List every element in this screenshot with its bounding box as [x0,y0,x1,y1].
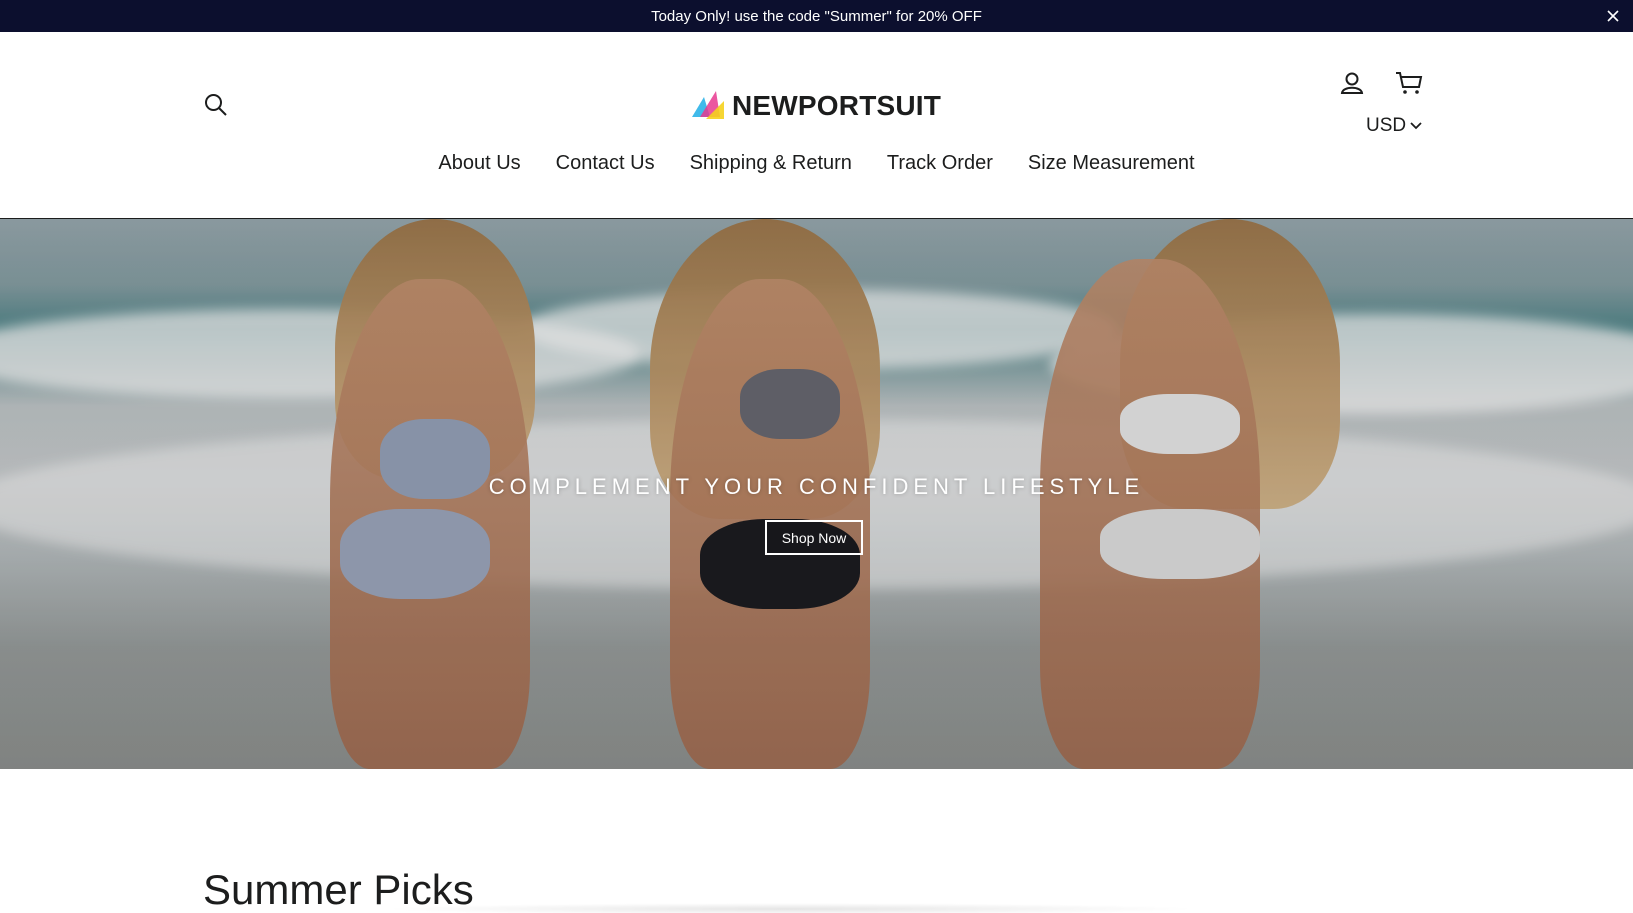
nav-item-size-measurement[interactable]: Size Measurement [1028,152,1195,175]
logo-mark-icon [690,87,726,126]
card-shadow [380,903,1200,913]
nav-item-track-order[interactable]: Track Order [887,152,993,175]
site-logo[interactable]: NEWPORTSUIT [690,88,941,124]
logo-text: NEWPORTSUIT [732,90,942,121]
main-nav: About Us Contact Us Shipping & Return Tr… [0,152,1633,175]
cart-icon[interactable] [1394,69,1424,99]
announcement-text: Today Only! use the code "Summer" for 20… [651,7,982,25]
announcement-bar: Today Only! use the code "Summer" for 20… [0,0,1633,32]
currency-selector[interactable]: USD [1366,115,1422,137]
hero-title: COMPLEMENT YOUR CONFIDENT LIFESTYLE [488,474,1145,499]
user-icon[interactable] [1339,70,1367,98]
hero-banner: COMPLEMENT YOUR CONFIDENT LIFESTYLE Shop… [0,219,1633,769]
currency-label: USD [1366,115,1407,136]
close-icon[interactable] [1603,6,1623,26]
search-icon[interactable] [203,92,231,120]
nav-item-shipping-return[interactable]: Shipping & Return [690,152,852,175]
site-header: NEWPORTSUIT USD About Us Contact Us Ship… [0,32,1633,219]
chevron-down-icon [1410,115,1422,137]
nav-item-about-us[interactable]: About Us [438,152,520,175]
nav-item-contact-us[interactable]: Contact Us [556,152,655,175]
shop-now-button[interactable]: Shop Now [765,520,863,555]
